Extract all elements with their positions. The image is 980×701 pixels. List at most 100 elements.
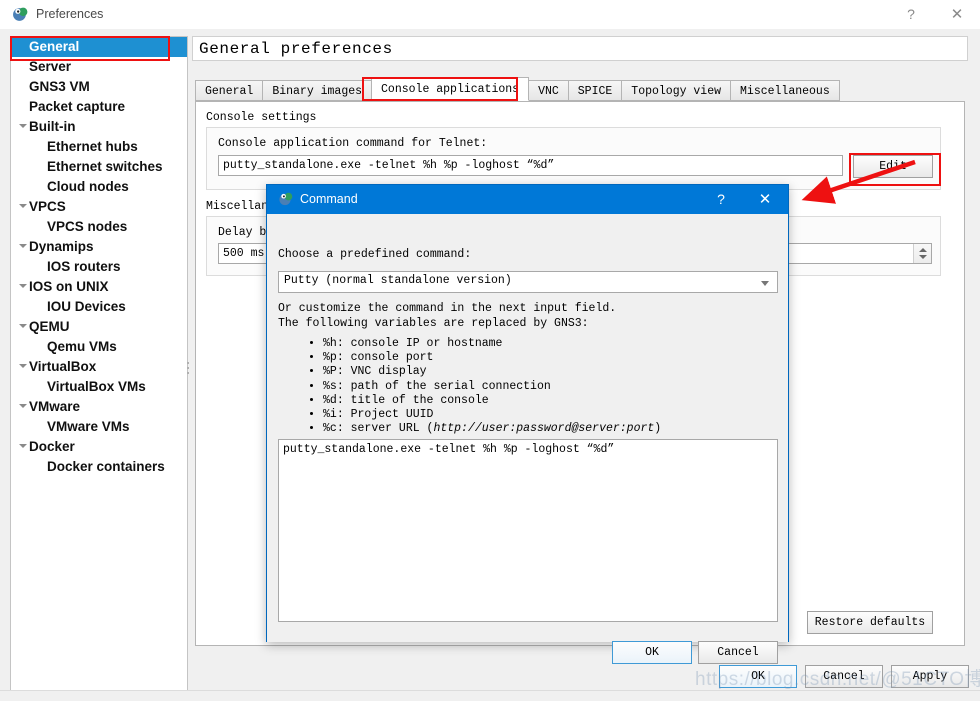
customize-line-1: Or customize the command in the next inp… [278,302,617,315]
tab-binary-images[interactable]: Binary images [262,80,373,101]
variable-desc: server URL ( [350,422,434,436]
restore-defaults-button[interactable]: Restore defaults [807,611,933,634]
cancel-button[interactable]: Cancel [805,665,883,688]
dialog-titlebar: Command ? ✕ [267,185,788,214]
spinner-up-icon[interactable] [919,248,927,252]
chevron-down-icon[interactable] [19,204,27,208]
predefined-command-select[interactable]: Putty (normal standalone version) [278,271,778,293]
variable-name: %c [323,422,337,436]
spinner-down-icon[interactable] [919,255,927,259]
chevron-down-icon[interactable] [19,244,27,248]
sidebar-item-label: GNS3 VM [29,79,90,94]
sidebar-item-label: Ethernet switches [47,159,163,174]
variable-item: %c: server URL (http://user:password@ser… [323,422,661,436]
variable-item: %P: VNC display [323,365,661,379]
customize-line-2: The following variables are replaced by … [278,317,589,330]
sidebar-item-vpcs[interactable]: VPCS [11,197,187,217]
variable-item: %i: Project UUID [323,408,661,422]
sidebar-item-label: VirtualBox VMs [47,379,146,394]
chevron-down-icon[interactable] [19,404,27,408]
variable-item: %s: path of the serial connection [323,380,661,394]
sidebar-item-label: VMware VMs [47,419,130,434]
sidebar-item-vpcs-nodes[interactable]: VPCS nodes [11,217,187,237]
sidebar-item-qemu-vms[interactable]: Qemu VMs [11,337,187,357]
sidebar-item-virtualbox[interactable]: VirtualBox [11,357,187,377]
sidebar-item-packet-capture[interactable]: Packet capture [11,97,187,117]
sidebar-item-vmware-vms[interactable]: VMware VMs [11,417,187,437]
sidebar-item-qemu[interactable]: QEMU [11,317,187,337]
sidebar-item-vmware[interactable]: VMware [11,397,187,417]
sidebar-item-iou-devices[interactable]: IOU Devices [11,297,187,317]
tab-console-applications[interactable]: Console applications [371,77,530,101]
tab-vnc[interactable]: VNC [528,80,569,101]
tab-miscellaneous[interactable]: Miscellaneous [730,80,840,101]
dialog-close-button[interactable]: ✕ [743,185,787,214]
variable-desc: title of the console [350,393,489,407]
dialog-cancel-label: Cancel [717,646,759,659]
chevron-down-icon[interactable] [19,124,27,128]
sidebar-item-docker[interactable]: Docker [11,437,187,457]
sidebar-item-label: IOU Devices [47,299,126,314]
tab-label: Topology view [631,85,722,98]
gns3-icon [279,192,293,206]
sidebar-item-gns3-vm[interactable]: GNS3 VM [11,77,187,97]
variable-desc-url: http://user:password@server:port [433,422,655,436]
sidebar-item-ios-on-unix[interactable]: IOS on UNIX [11,277,187,297]
tab-label: Miscellaneous [740,85,830,98]
ok-button[interactable]: OK [719,665,797,688]
tab-topology-view[interactable]: Topology view [621,80,732,101]
sidebar-item-ethernet-hubs[interactable]: Ethernet hubs [11,137,187,157]
sidebar-item-label: General [29,39,80,54]
apply-button[interactable]: Apply [891,665,969,688]
variable-desc: path of the serial connection [350,379,551,393]
variable-item: %d: title of the console [323,394,661,408]
window-title: Preferences [36,7,104,21]
sidebar-item-server[interactable]: Server [11,57,187,77]
sidebar-item-dynamips[interactable]: Dynamips [11,237,187,257]
variable-desc: VNC display [350,365,427,379]
edit-telnet-command-button[interactable]: Edit [853,155,933,178]
apply-button-label: Apply [912,670,948,683]
sidebar-item-label: VPCS [29,199,66,214]
sidebar-item-label: Ethernet hubs [47,139,138,154]
command-dialog: Command ? ✕ Choose a predefined command:… [266,184,789,664]
sidebar-item-ios-routers[interactable]: IOS routers [11,257,187,277]
spinner-buttons[interactable] [913,244,931,263]
close-button[interactable]: ✕ [934,0,980,29]
dialog-help-button[interactable]: ? [699,185,743,214]
chevron-down-icon[interactable] [19,284,27,288]
dialog-ok-button[interactable]: OK [612,641,692,664]
sidebar-item-virtualbox-vms[interactable]: VirtualBox VMs [11,377,187,397]
preferences-window: Preferences ? ✕ General Server GNS3 VM Pack… [0,0,980,701]
preferences-tree[interactable]: General Server GNS3 VM Packet capture Built-… [10,36,188,693]
chevron-down-icon[interactable] [19,364,27,368]
sidebar-item-label: QEMU [29,319,70,334]
tab-general[interactable]: General [195,80,264,101]
choose-command-label: Choose a predefined command: [278,248,472,261]
sidebar-item-cloud-nodes[interactable]: Cloud nodes [11,177,187,197]
status-bar [0,690,980,701]
dialog-cancel-button[interactable]: Cancel [698,641,778,664]
delay-value: 500 ms [223,247,265,260]
tab-spice[interactable]: SPICE [567,80,623,101]
sidebar-item-label: Packet capture [29,99,126,114]
delay-label: Delay b [218,226,267,239]
chevron-down-icon[interactable] [761,281,769,286]
chevron-down-icon[interactable] [19,324,27,328]
sidebar-item-label: Cloud nodes [47,179,129,194]
sidebar-item-ethernet-switches[interactable]: Ethernet switches [11,157,187,177]
sidebar-item-built-in[interactable]: Built-in [11,117,187,137]
variable-item: %h: console IP or hostname [323,337,661,351]
window-titlebar: Preferences ? ✕ [0,0,980,30]
command-textarea[interactable]: putty_standalone.exe -telnet %h %p -logh… [278,439,778,622]
variable-desc-tail: ) [654,422,662,436]
splitter-handle[interactable] [187,359,191,379]
sidebar-item-general[interactable]: General [11,37,187,57]
sidebar-item-label: IOS routers [47,259,121,274]
dialog-body: Choose a predefined command: Putty (norm… [267,214,788,664]
tab-bar[interactable]: General Binary images Console applications… [195,77,840,102]
chevron-down-icon[interactable] [19,444,27,448]
telnet-command-input[interactable]: putty_standalone.exe -telnet %h %p -logh… [218,155,843,176]
sidebar-item-docker-containers[interactable]: Docker containers [11,457,187,477]
help-button[interactable]: ? [888,0,934,29]
